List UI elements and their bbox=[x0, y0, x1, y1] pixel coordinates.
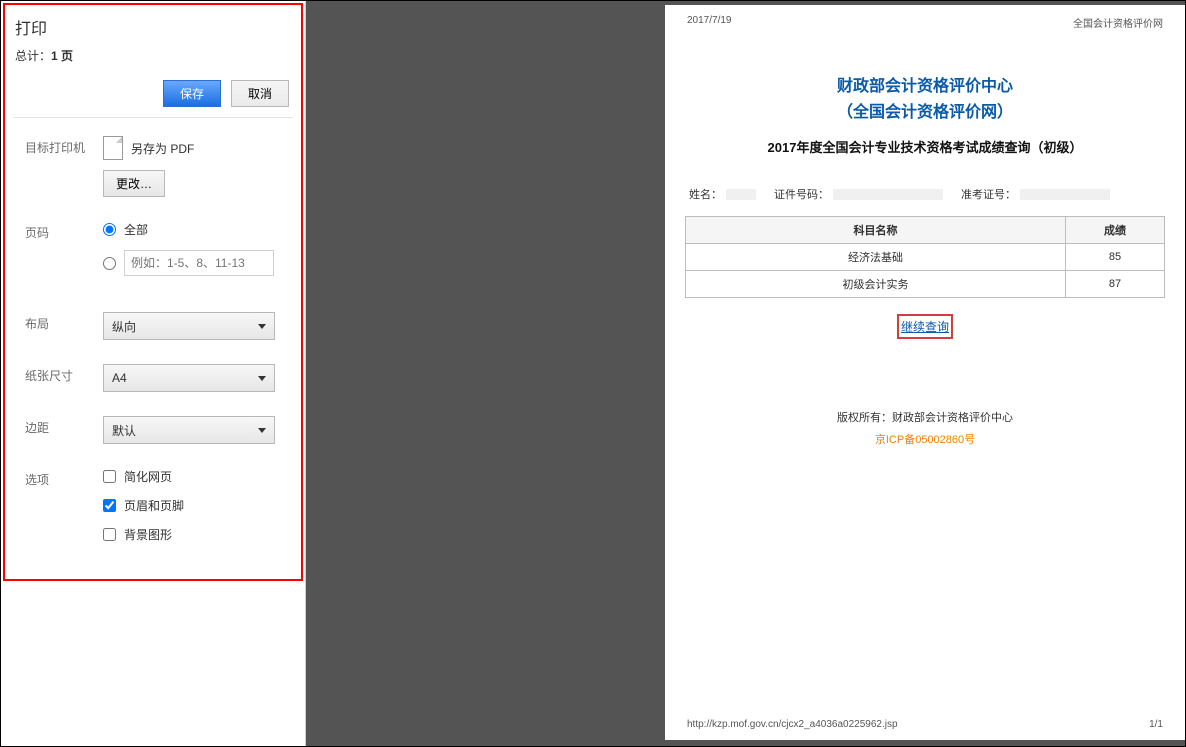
page-footer-pagenum: 1/1 bbox=[1149, 719, 1163, 730]
table-row: 初级会计实务 87 bbox=[686, 271, 1165, 298]
margin-label: 边距 bbox=[25, 416, 103, 444]
layout-select[interactable]: 纵向 bbox=[103, 312, 275, 340]
print-title: 打印 bbox=[15, 15, 291, 39]
col-score: 成绩 bbox=[1066, 217, 1165, 244]
chevron-down-icon bbox=[258, 428, 266, 433]
option-simplify-checkbox[interactable]: 简化网页 bbox=[103, 468, 283, 485]
document-title: 财政部会计资格评价中心 （全国会计资格评价网） bbox=[685, 74, 1165, 125]
option-background-checkbox[interactable]: 背景图形 bbox=[103, 526, 283, 543]
print-settings-panel: 打印 总计：1 页 保存 取消 目标打印机 另存为 PDF 更改… bbox=[1, 1, 306, 746]
pdf-file-icon bbox=[103, 136, 123, 160]
pages-label: 页码 bbox=[25, 221, 103, 288]
options-label: 选项 bbox=[25, 468, 103, 555]
document-subtitle: 2017年度全国会计专业技术资格考试成绩查询（初级） bbox=[685, 137, 1165, 156]
page-header-date: 2017/7/19 bbox=[687, 15, 732, 30]
pages-range-radio[interactable] bbox=[103, 250, 283, 276]
destination-value: 另存为 PDF bbox=[131, 140, 194, 157]
destination-label: 目标打印机 bbox=[25, 136, 103, 197]
copyright-text: 版权所有：财政部会计资格评价中心 bbox=[685, 409, 1165, 425]
cancel-button[interactable]: 取消 bbox=[231, 80, 289, 107]
pages-all-radio[interactable]: 全部 bbox=[103, 221, 283, 238]
layout-label: 布局 bbox=[25, 312, 103, 340]
paper-size-select[interactable]: A4 bbox=[103, 364, 275, 392]
chevron-down-icon bbox=[258, 376, 266, 381]
candidate-info-row: 姓名： 证件号码： 准考证号： bbox=[689, 186, 1161, 202]
save-button[interactable]: 保存 bbox=[163, 80, 221, 107]
continue-query-link[interactable]: 继续查询 bbox=[897, 314, 953, 339]
option-header-footer-checkbox[interactable]: 页眉和页脚 bbox=[103, 497, 283, 514]
change-destination-button[interactable]: 更改… bbox=[103, 170, 165, 197]
print-preview-area: 2017/7/19 全国会计资格评价网 财政部会计资格评价中心 （全国会计资格评… bbox=[306, 1, 1185, 746]
score-table: 科目名称 成绩 经济法基础 85 初级会计实务 87 bbox=[685, 216, 1165, 298]
margin-select[interactable]: 默认 bbox=[103, 416, 275, 444]
col-subject: 科目名称 bbox=[686, 217, 1066, 244]
page-footer-url: http://kzp.mof.gov.cn/cjcx2_a4036a022596… bbox=[687, 719, 898, 730]
preview-page: 2017/7/19 全国会计资格评价网 财政部会计资格评价中心 （全国会计资格评… bbox=[665, 5, 1185, 740]
icp-text: 京ICP备05002860号 bbox=[685, 431, 1165, 447]
table-row: 经济法基础 85 bbox=[686, 244, 1165, 271]
page-header-title: 全国会计资格评价网 bbox=[1073, 15, 1163, 30]
print-total: 总计：1 页 bbox=[15, 47, 293, 64]
chevron-down-icon bbox=[258, 324, 266, 329]
pages-range-input[interactable] bbox=[124, 250, 274, 276]
paper-size-label: 纸张尺寸 bbox=[25, 364, 103, 392]
